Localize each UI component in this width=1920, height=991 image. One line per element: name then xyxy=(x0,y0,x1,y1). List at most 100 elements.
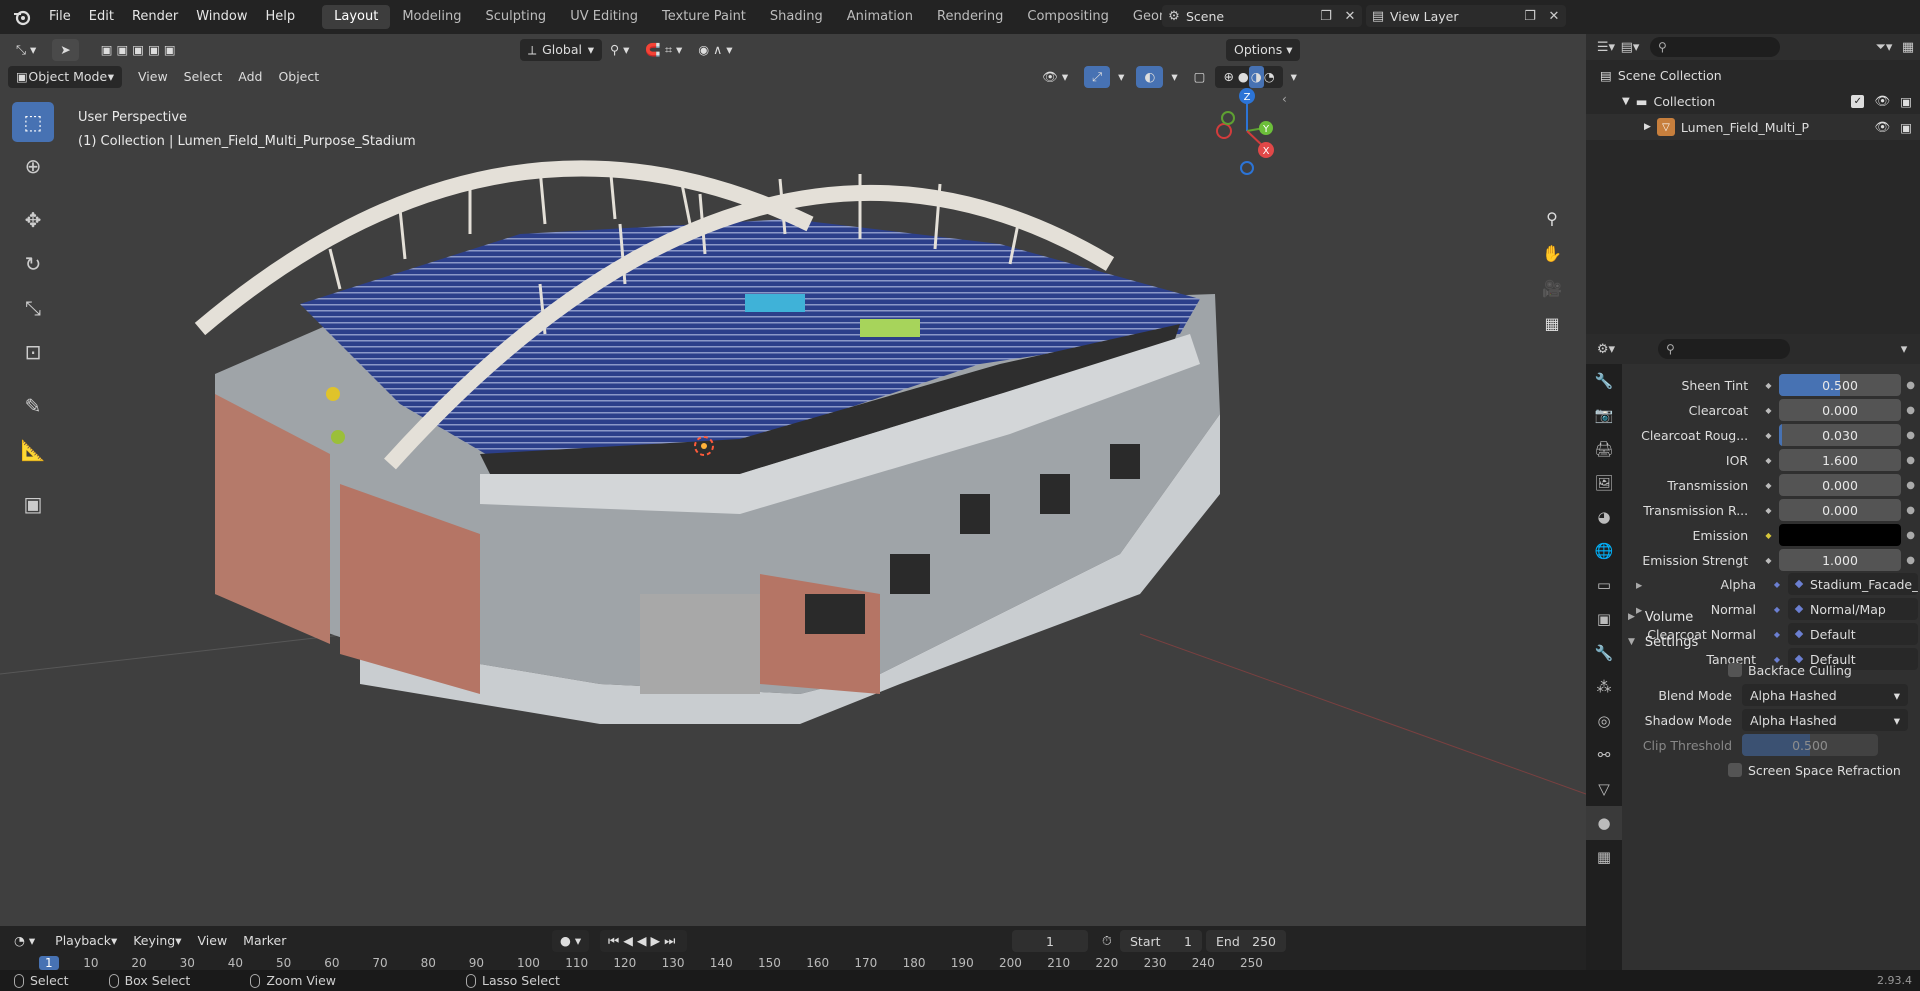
tab-animation[interactable]: Animation xyxy=(835,5,925,29)
property-field[interactable]: 1.600 xyxy=(1778,449,1902,471)
stadium-model[interactable] xyxy=(0,34,1586,926)
visibility-icon[interactable]: 👁 ▾ xyxy=(1034,66,1076,88)
viewport-menu-view[interactable]: View xyxy=(130,66,176,88)
tab-uv-editing[interactable]: UV Editing xyxy=(558,5,650,29)
camera-icon[interactable]: 🎥 xyxy=(1536,272,1568,304)
collection-row[interactable]: ▼ ▬ Collection ✓ 👁 ▣ xyxy=(1586,88,1920,114)
scene-collection-row[interactable]: ▤ Scene Collection xyxy=(1586,62,1920,88)
visibility-eye-icon[interactable]: 👁 xyxy=(1874,93,1890,109)
property-field[interactable]: 0.500 xyxy=(1778,374,1902,396)
render-camera-icon[interactable]: ▣ xyxy=(1900,120,1912,135)
volume-section[interactable]: ▶ Volume xyxy=(1622,604,1920,630)
viewport-menu-add[interactable]: Add xyxy=(230,66,270,88)
transform-orientation-select[interactable]: ⟂ Global ▾ xyxy=(520,39,602,61)
timeline-menu-keying[interactable]: Keying ▾ xyxy=(125,930,189,952)
mode-select[interactable]: ▣ Object Mode ▾ xyxy=(8,66,122,88)
expand-icon[interactable]: ▶ xyxy=(1644,122,1651,132)
particles-tab-icon[interactable]: ⁂ xyxy=(1586,670,1622,704)
timeline-menu-marker[interactable]: Marker xyxy=(235,930,294,952)
viewport-menu-object[interactable]: Object xyxy=(270,66,327,88)
property-field[interactable]: 0.000 xyxy=(1778,399,1902,421)
measure-tool[interactable]: 📐 xyxy=(12,430,54,470)
render-tab-icon[interactable]: 📷 xyxy=(1586,398,1622,432)
stopwatch-icon[interactable]: ⏱ xyxy=(1094,930,1120,952)
constraints-tab-icon[interactable]: ⚯ xyxy=(1586,738,1622,772)
menu-help[interactable]: Help xyxy=(257,5,305,29)
shadow-mode-select[interactable]: Alpha Hashed ▾ xyxy=(1742,709,1908,731)
outliner-editor-type[interactable]: ☰▾ xyxy=(1594,36,1618,58)
tab-shading[interactable]: Shading xyxy=(758,5,835,29)
timeline-menu-view[interactable]: View xyxy=(190,930,236,952)
overlay-dropdown[interactable]: ▾ xyxy=(1163,66,1185,88)
menu-file[interactable]: File xyxy=(40,5,80,29)
current-frame-field[interactable]: 1 xyxy=(1012,930,1088,952)
keyframe-dot-icon[interactable]: ● xyxy=(1901,505,1920,516)
end-frame-field[interactable]: End 250 xyxy=(1206,930,1286,952)
proportional-edit-icon[interactable]: ◉ ∧ ▾ xyxy=(690,39,740,61)
tab-sculpting[interactable]: Sculpting xyxy=(473,5,558,29)
start-frame-field[interactable]: Start 1 xyxy=(1120,930,1202,952)
keyframe-dot-icon[interactable]: ● xyxy=(1901,555,1920,566)
properties-editor-type[interactable]: ⚙▾ xyxy=(1594,338,1618,360)
collapse-sidebar-icon[interactable]: ‹ xyxy=(1282,92,1287,106)
tab-layout[interactable]: Layout xyxy=(322,5,391,29)
blend-mode-select[interactable]: Alpha Hashed ▾ xyxy=(1742,684,1908,706)
menu-render[interactable]: Render xyxy=(123,5,187,29)
property-field[interactable]: 1.000 xyxy=(1778,549,1902,571)
move-tool[interactable]: ✥ xyxy=(12,200,54,240)
shading-modes[interactable]: ⊕ ● ◑ ◔ xyxy=(1215,66,1283,88)
link-field[interactable]: Stadium_Facade_Re... xyxy=(1788,573,1918,595)
transform-tool[interactable]: ⊡ xyxy=(12,332,54,372)
keyframe-dot-icon[interactable]: ● xyxy=(1901,380,1920,391)
keyframe-dot-icon[interactable]: ● xyxy=(1901,405,1920,416)
zoom-icon[interactable]: ⚲ xyxy=(1536,202,1568,234)
viewport-menu-select[interactable]: Select xyxy=(176,66,231,88)
physics-tab-icon[interactable]: ◎ xyxy=(1586,704,1622,738)
annotate-tool[interactable]: ✎ xyxy=(12,386,54,426)
view-layer-tab-icon[interactable]: 🖼 xyxy=(1586,466,1622,500)
collection-tab-icon[interactable]: ▭ xyxy=(1586,568,1622,602)
grid-icon[interactable]: ▦ xyxy=(1536,307,1568,339)
material-tab-icon[interactable]: ● xyxy=(1586,806,1622,840)
tab-rendering[interactable]: Rendering xyxy=(925,5,1015,29)
keyframe-dot-icon[interactable]: ● xyxy=(1901,430,1920,441)
record-button[interactable]: ● ▾ xyxy=(552,930,590,952)
filter-icon[interactable]: ⏷▾ xyxy=(1872,36,1896,58)
cursor-tool[interactable]: ⊕ xyxy=(12,146,54,186)
shading-dropdown[interactable]: ▾ xyxy=(1283,66,1305,88)
tool-tab-icon[interactable]: 🔧 xyxy=(1586,364,1622,398)
options-button[interactable]: Options ▾ xyxy=(1226,39,1301,61)
copy-icon[interactable]: ❐ xyxy=(1518,5,1542,27)
copy-icon[interactable]: ❐ xyxy=(1314,5,1338,27)
data-tab-icon[interactable]: ▽ xyxy=(1586,772,1622,806)
gizmo-toggle-icon[interactable]: ⤢ xyxy=(1084,66,1111,88)
playback-controls[interactable]: ⏮◀◀▶⏭ xyxy=(600,930,688,952)
pan-hand-icon[interactable]: ✋ xyxy=(1536,237,1568,269)
modifier-tab-icon[interactable]: 🔧 xyxy=(1586,636,1622,670)
keyframe-dot-icon[interactable]: ● xyxy=(1901,480,1920,491)
blender-logo-icon[interactable] xyxy=(10,5,34,29)
rotate-tool[interactable]: ↻ xyxy=(12,244,54,284)
new-collection-icon[interactable]: ▦ xyxy=(1896,36,1920,58)
overlay-toggle-icon[interactable]: ◐ xyxy=(1136,66,1164,88)
backface-culling-checkbox[interactable]: Backface Culling xyxy=(1728,663,1852,678)
keyframe-dot-icon[interactable]: ● xyxy=(1901,455,1920,466)
settings-section[interactable]: ▼ Settings xyxy=(1622,629,1920,655)
navigation-gizmo[interactable]: Z Y X xyxy=(1202,86,1292,176)
snap-icon[interactable]: 🧲 ⌗ ▾ xyxy=(637,39,690,61)
pivot-point-icon[interactable]: ⚲ ▾ xyxy=(602,39,637,61)
selection-mode-icons[interactable]: ▣ ▣ ▣ ▣ ▣ xyxy=(93,39,184,61)
3d-viewport[interactable]: ⤡ ▾ ➤ ▣ ▣ ▣ ▣ ▣ ⟂ Global ▾ ⚲ ▾ 🧲 ⌗ ▾ ◉ ∧… xyxy=(0,34,1586,926)
tab-texture-paint[interactable]: Texture Paint xyxy=(650,5,758,29)
tab-modeling[interactable]: Modeling xyxy=(390,5,473,29)
scale-tool[interactable]: ⤡ xyxy=(12,288,54,328)
editor-type-button[interactable]: ⤡ ▾ xyxy=(8,39,44,61)
menu-window[interactable]: Window xyxy=(187,5,256,29)
select-mode-button[interactable]: ➤ xyxy=(52,39,79,61)
property-field[interactable] xyxy=(1778,524,1902,546)
texture-tab-icon[interactable]: ▦ xyxy=(1586,840,1622,874)
property-field[interactable]: 0.030 xyxy=(1778,424,1902,446)
close-icon[interactable]: ✕ xyxy=(1542,5,1566,27)
xray-icon[interactable]: ▢ xyxy=(1186,66,1214,88)
display-mode-icon[interactable]: ▤▾ xyxy=(1618,36,1642,58)
